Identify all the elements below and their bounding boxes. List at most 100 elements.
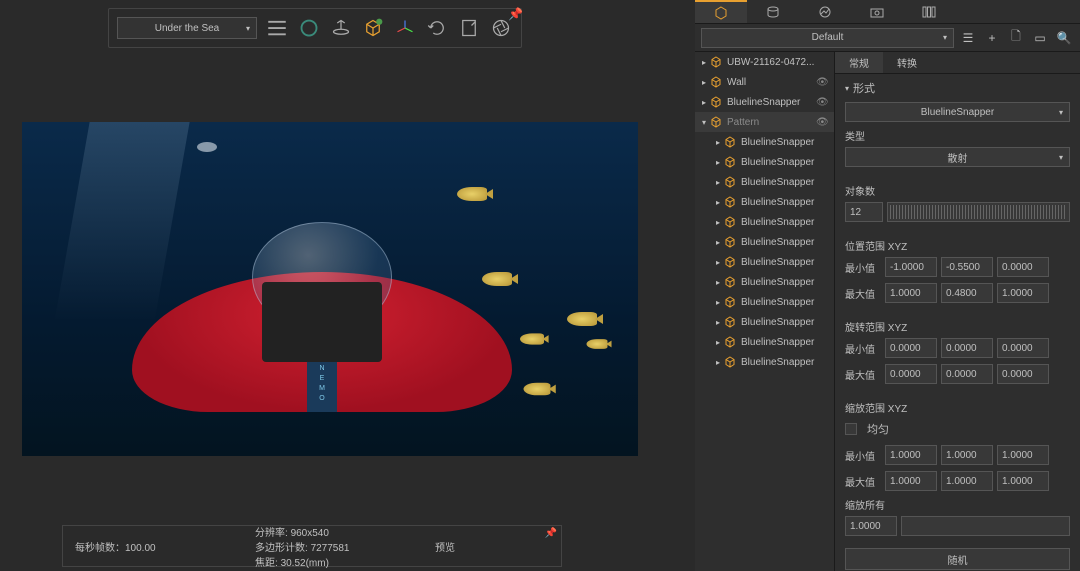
scene-dropdown[interactable]: Under the Sea xyxy=(117,17,257,39)
count-slider[interactable] xyxy=(887,202,1070,222)
tree-arrow-icon[interactable]: ▸ xyxy=(713,318,723,327)
scale-max-x[interactable] xyxy=(885,471,937,491)
list-view-icon[interactable]: ☰ xyxy=(958,28,978,48)
tree-item[interactable]: ▸BluelineSnapper xyxy=(695,292,834,312)
tab-scene[interactable] xyxy=(695,0,747,23)
preview-label: 预览 xyxy=(435,539,535,554)
tree-arrow-icon[interactable]: ▸ xyxy=(699,78,709,87)
pos-max-x[interactable] xyxy=(885,283,937,303)
tree-arrow-icon[interactable]: ▸ xyxy=(713,298,723,307)
sphere-icon[interactable] xyxy=(297,16,321,40)
scale-min-x[interactable] xyxy=(885,445,937,465)
tree-item[interactable]: ▸BluelineSnapper xyxy=(695,272,834,292)
clipboard-icon[interactable] xyxy=(457,16,481,40)
list-icon[interactable] xyxy=(265,16,289,40)
panel-toolbar: Default ☰ + 🗋 ▭ 🔍 xyxy=(695,24,1080,52)
pos-min-x[interactable] xyxy=(885,257,937,277)
pin-icon[interactable]: 📌 xyxy=(508,7,523,21)
visibility-icon[interactable]: 👁 xyxy=(816,97,830,108)
scale-max-y[interactable] xyxy=(941,471,993,491)
tree-item[interactable]: ▸BluelineSnapper xyxy=(695,332,834,352)
scale-max-z[interactable] xyxy=(997,471,1049,491)
count-input[interactable] xyxy=(845,202,883,222)
tree-arrow-icon[interactable]: ▸ xyxy=(713,338,723,347)
pos-min-y[interactable] xyxy=(941,257,993,277)
tree-item[interactable]: ▸ UBW-21162-0472... xyxy=(695,52,834,72)
fish-decoration xyxy=(567,312,597,326)
tree-item[interactable]: ▾Pattern👁 xyxy=(695,112,834,132)
visibility-icon[interactable]: 👁 xyxy=(816,117,830,128)
rot-range-label: 旋转范围 XYZ xyxy=(845,319,1070,334)
tree-arrow-icon[interactable]: ▸ xyxy=(699,58,709,67)
tree-item[interactable]: ▸Wall👁 xyxy=(695,72,834,92)
new-doc-icon[interactable]: 🗋 xyxy=(1006,28,1026,48)
tab-camera[interactable] xyxy=(851,0,903,23)
render-viewport[interactable]: NEMO xyxy=(22,122,638,456)
rotate-icon[interactable] xyxy=(425,16,449,40)
tree-arrow-icon[interactable]: ▸ xyxy=(699,98,709,107)
pos-max-y[interactable] xyxy=(941,283,993,303)
folder-icon[interactable]: ▭ xyxy=(1030,28,1050,48)
rot-max-z[interactable] xyxy=(997,364,1049,384)
tree-arrow-icon[interactable]: ▾ xyxy=(699,118,709,127)
scene-tree[interactable]: ▸UBW-21162-0472...▸Wall👁▸BluelineSnapper… xyxy=(695,52,835,571)
cube-icon xyxy=(709,75,723,89)
tree-arrow-icon[interactable]: ▸ xyxy=(713,358,723,367)
tree-item[interactable]: ▸BluelineSnapper xyxy=(695,152,834,172)
preset-dropdown[interactable]: Default xyxy=(701,28,954,48)
rot-max-y[interactable] xyxy=(941,364,993,384)
top-toolbar: Under the Sea 📌 xyxy=(108,8,522,48)
pin-icon[interactable]: 📌 xyxy=(545,528,557,539)
tree-item-label: BluelineSnapper xyxy=(741,257,830,268)
rot-min-y[interactable] xyxy=(941,338,993,358)
tree-item-label: BluelineSnapper xyxy=(727,97,816,108)
tree-item[interactable]: ▸BluelineSnapper xyxy=(695,352,834,372)
tree-arrow-icon[interactable]: ▸ xyxy=(713,198,723,207)
tree-item[interactable]: ▸BluelineSnapper xyxy=(695,312,834,332)
scale-min-z[interactable] xyxy=(997,445,1049,465)
tree-arrow-icon[interactable]: ▸ xyxy=(713,158,723,167)
scale-all-slider[interactable] xyxy=(901,516,1070,536)
tree-arrow-icon[interactable]: ▸ xyxy=(713,178,723,187)
tree-item[interactable]: ▸ BluelineSnapper👁 xyxy=(695,92,834,112)
pos-min-z[interactable] xyxy=(997,257,1049,277)
cube-plus-icon[interactable] xyxy=(361,16,385,40)
rot-min-z[interactable] xyxy=(997,338,1049,358)
turntable-icon[interactable] xyxy=(329,16,353,40)
pos-max-z[interactable] xyxy=(997,283,1049,303)
tree-arrow-icon[interactable]: ▸ xyxy=(713,138,723,147)
tab-transform[interactable]: 转换 xyxy=(883,52,931,73)
tab-general[interactable]: 常规 xyxy=(835,52,883,73)
form-header[interactable]: 形式 xyxy=(845,80,1070,96)
rot-min-x[interactable] xyxy=(885,338,937,358)
search-icon[interactable]: 🔍 xyxy=(1054,28,1074,48)
cube-icon xyxy=(709,55,723,69)
rot-max-x[interactable] xyxy=(885,364,937,384)
tree-item[interactable]: ▸BluelineSnapper xyxy=(695,172,834,192)
scale-min-y[interactable] xyxy=(941,445,993,465)
tree-item-label: UBW-21162-0472... xyxy=(727,57,830,68)
uniform-checkbox[interactable] xyxy=(845,423,857,435)
cube-icon xyxy=(723,335,737,349)
add-icon[interactable]: + xyxy=(982,28,1002,48)
visibility-icon[interactable]: 👁 xyxy=(816,77,830,88)
tree-arrow-icon[interactable]: ▸ xyxy=(713,278,723,287)
tree-arrow-icon[interactable]: ▸ xyxy=(713,258,723,267)
tab-environment[interactable] xyxy=(799,0,851,23)
axis-icon[interactable] xyxy=(393,16,417,40)
tree-item[interactable]: ▸ BluelineSnapper xyxy=(695,252,834,272)
tree-arrow-icon[interactable]: ▸ xyxy=(713,238,723,247)
tab-image[interactable] xyxy=(903,0,955,23)
form-dropdown[interactable]: BluelineSnapper xyxy=(845,102,1070,122)
properties-panel: 常规 转换 形式 BluelineSnapper 类型 散射 对象数 xyxy=(835,52,1080,571)
tree-arrow-icon[interactable]: ▸ xyxy=(713,218,723,227)
tree-item[interactable]: ▸BluelineSnapper xyxy=(695,132,834,152)
type-dropdown[interactable]: 散射 xyxy=(845,147,1070,167)
scale-all-input[interactable] xyxy=(845,516,897,536)
tree-item[interactable]: ▸BluelineSnapper xyxy=(695,212,834,232)
tree-item[interactable]: ▸BluelineSnapper xyxy=(695,232,834,252)
random-button[interactable]: 随机 xyxy=(845,548,1070,570)
tab-materials[interactable] xyxy=(747,0,799,23)
fish-decoration xyxy=(587,339,608,349)
tree-item[interactable]: ▸BluelineSnapper xyxy=(695,192,834,212)
